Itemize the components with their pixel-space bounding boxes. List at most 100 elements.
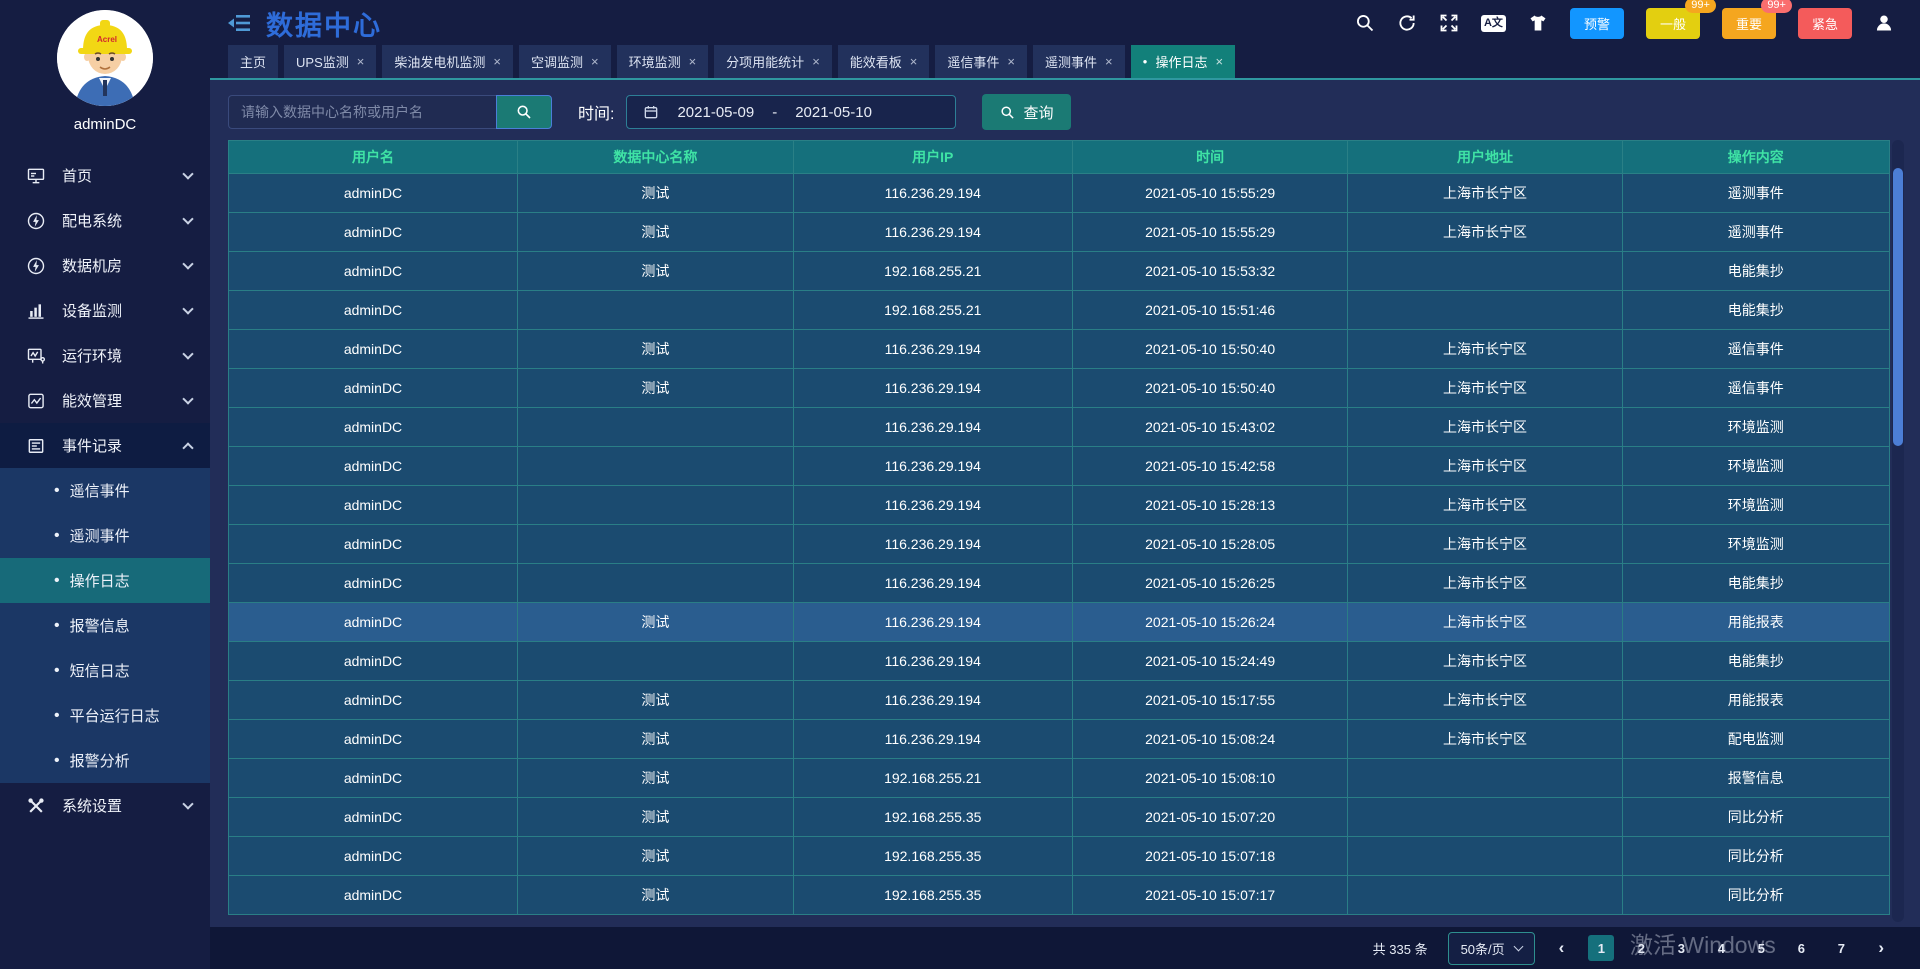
tab-telesignal-events[interactable]: 遥信事件×: [935, 45, 1027, 78]
sidebar-subitem-label: 报警分析: [70, 750, 130, 771]
page-size-select[interactable]: 50条/页: [1448, 932, 1535, 965]
tab-energy-item-stats[interactable]: 分项用能统计×: [714, 45, 832, 78]
date-range-picker[interactable]: 2021-05-09 - 2021-05-10: [626, 95, 956, 129]
scrollbar-thumb[interactable]: [1893, 168, 1903, 446]
table-row[interactable]: adminDC测试192.168.255.212021-05-10 15:53:…: [229, 252, 1890, 291]
sidebar-subitem-telemetry-events[interactable]: •遥测事件: [0, 513, 210, 558]
tab-energy-board[interactable]: 能效看板×: [838, 45, 930, 78]
sidebar-item-energy-mgmt[interactable]: 能效管理: [0, 378, 210, 423]
tab-env-monitor[interactable]: 环境监测×: [617, 45, 709, 78]
table-row[interactable]: adminDC测试192.168.255.352021-05-10 15:07:…: [229, 837, 1890, 876]
tab-operation-log[interactable]: ●操作日志×: [1131, 45, 1235, 78]
table-row[interactable]: adminDC测试192.168.255.352021-05-10 15:07:…: [229, 798, 1890, 837]
table-row[interactable]: adminDC测试116.236.29.1942021-05-10 15:50:…: [229, 369, 1890, 408]
page-number-1[interactable]: 1: [1588, 935, 1614, 961]
close-icon[interactable]: ×: [1215, 54, 1223, 69]
table-row[interactable]: adminDC192.168.255.212021-05-10 15:51:46…: [229, 291, 1890, 330]
table-cell: 116.236.29.194: [793, 408, 1072, 447]
vertical-scrollbar[interactable]: [1892, 140, 1904, 922]
sidebar-subitem-telesignal-events[interactable]: •遥信事件: [0, 468, 210, 513]
table-cell: [518, 642, 794, 681]
table-cell: 测试: [518, 330, 794, 369]
sidebar-item-system-settings[interactable]: 系统设置: [0, 783, 210, 828]
close-icon[interactable]: ×: [1007, 54, 1015, 69]
sidebar-subitem-sms-log[interactable]: •短信日志: [0, 648, 210, 693]
tab-home[interactable]: 主页: [228, 45, 278, 78]
alarm-button-general[interactable]: 一般99+: [1646, 8, 1700, 39]
theme-shirt-icon[interactable]: [1528, 13, 1548, 33]
sidebar-subitem-alarm-info[interactable]: •报警信息: [0, 603, 210, 648]
table-cell: 116.236.29.194: [793, 213, 1072, 252]
search-input[interactable]: [228, 95, 496, 129]
table-row[interactable]: adminDC测试116.236.29.1942021-05-10 15:08:…: [229, 720, 1890, 759]
table-cell: 遥信事件: [1622, 369, 1889, 408]
search-icon[interactable]: [1355, 13, 1375, 33]
close-icon[interactable]: ×: [357, 54, 365, 69]
tab-telemetry-events[interactable]: 遥测事件×: [1033, 45, 1125, 78]
date-end-value: 2021-05-10: [795, 104, 872, 121]
sidebar-item-event-record[interactable]: 事件记录: [0, 423, 210, 468]
sidebar-item-power-system[interactable]: 配电系统: [0, 198, 210, 243]
sidebar-item-home[interactable]: 首页: [0, 153, 210, 198]
page-number-2[interactable]: 2: [1628, 935, 1654, 961]
column-header-1: 数据中心名称: [518, 141, 794, 174]
sidebar-subitem-operation-log[interactable]: •操作日志: [0, 558, 210, 603]
sidebar-subitem-platform-run-log[interactable]: •平台运行日志: [0, 693, 210, 738]
close-icon[interactable]: ×: [910, 54, 918, 69]
table-row[interactable]: adminDC116.236.29.1942021-05-10 15:26:25…: [229, 564, 1890, 603]
close-icon[interactable]: ×: [812, 54, 820, 69]
table-row[interactable]: adminDC116.236.29.1942021-05-10 15:24:49…: [229, 642, 1890, 681]
page-number-6[interactable]: 6: [1788, 935, 1814, 961]
sidebar-submenu: •遥信事件•遥测事件•操作日志•报警信息•短信日志•平台运行日志•报警分析: [0, 468, 210, 783]
user-icon[interactable]: [1874, 13, 1894, 33]
sidebar-item-label: 设备监测: [62, 300, 122, 321]
table-cell: 2021-05-10 15:43:02: [1072, 408, 1348, 447]
table-row[interactable]: adminDC116.236.29.1942021-05-10 15:42:58…: [229, 447, 1890, 486]
table-cell: adminDC: [229, 876, 518, 915]
table-cell: 上海市长宁区: [1348, 525, 1622, 564]
alarm-button-important[interactable]: 重要99+: [1722, 8, 1776, 39]
alarm-button-warning[interactable]: 预警: [1570, 8, 1624, 39]
table-row[interactable]: adminDC测试192.168.255.352021-05-10 15:07:…: [229, 876, 1890, 915]
page-number-3[interactable]: 3: [1668, 935, 1694, 961]
close-icon[interactable]: ×: [689, 54, 697, 69]
table-row[interactable]: adminDC测试116.236.29.1942021-05-10 15:17:…: [229, 681, 1890, 720]
table-cell: 2021-05-10 15:55:29: [1072, 213, 1348, 252]
sidebar-subitem-label: 平台运行日志: [70, 705, 160, 726]
table-row[interactable]: adminDC测试116.236.29.1942021-05-10 15:55:…: [229, 174, 1890, 213]
table-row[interactable]: adminDC测试116.236.29.1942021-05-10 15:55:…: [229, 213, 1890, 252]
table-row[interactable]: adminDC116.236.29.1942021-05-10 15:28:05…: [229, 525, 1890, 564]
page-number-5[interactable]: 5: [1748, 935, 1774, 961]
collapse-sidebar-icon[interactable]: [228, 13, 252, 33]
table-row[interactable]: adminDC测试116.236.29.1942021-05-10 15:26:…: [229, 603, 1890, 642]
close-icon[interactable]: ×: [591, 54, 599, 69]
search-submit-button[interactable]: [496, 95, 552, 129]
table-cell: 116.236.29.194: [793, 564, 1072, 603]
prev-page-button[interactable]: ‹: [1555, 938, 1569, 958]
table-row[interactable]: adminDC测试192.168.255.212021-05-10 15:08:…: [229, 759, 1890, 798]
sidebar-item-run-environment[interactable]: 运行环境: [0, 333, 210, 378]
tab-diesel-generator-monitor[interactable]: 柴油发电机监测×: [382, 45, 513, 78]
table-cell: 遥测事件: [1622, 174, 1889, 213]
page-number-4[interactable]: 4: [1708, 935, 1734, 961]
table-row[interactable]: adminDC116.236.29.1942021-05-10 15:28:13…: [229, 486, 1890, 525]
tab-ac-monitor[interactable]: 空调监测×: [519, 45, 611, 78]
query-button[interactable]: 查询: [982, 94, 1071, 130]
close-icon[interactable]: ×: [493, 54, 501, 69]
sidebar-item-device-monitor[interactable]: 设备监测: [0, 288, 210, 333]
translate-icon[interactable]: A文: [1481, 15, 1506, 32]
refresh-icon[interactable]: [1397, 13, 1417, 33]
next-page-button[interactable]: ›: [1874, 938, 1888, 958]
table-row[interactable]: adminDC116.236.29.1942021-05-10 15:43:02…: [229, 408, 1890, 447]
sidebar-item-data-room[interactable]: 数据机房: [0, 243, 210, 288]
table-cell: 2021-05-10 15:55:29: [1072, 174, 1348, 213]
tab-ups-monitor[interactable]: UPS监测×: [284, 45, 376, 78]
table-row[interactable]: adminDC测试116.236.29.1942021-05-10 15:50:…: [229, 330, 1890, 369]
alarm-button-urgent[interactable]: 紧急: [1798, 8, 1852, 39]
fullscreen-icon[interactable]: [1439, 13, 1459, 33]
sidebar-subitem-alarm-analysis[interactable]: •报警分析: [0, 738, 210, 783]
page-number-7[interactable]: 7: [1828, 935, 1854, 961]
close-icon[interactable]: ×: [1105, 54, 1113, 69]
chevron-down-icon: [182, 258, 193, 269]
avatar[interactable]: Acrel: [57, 10, 153, 106]
